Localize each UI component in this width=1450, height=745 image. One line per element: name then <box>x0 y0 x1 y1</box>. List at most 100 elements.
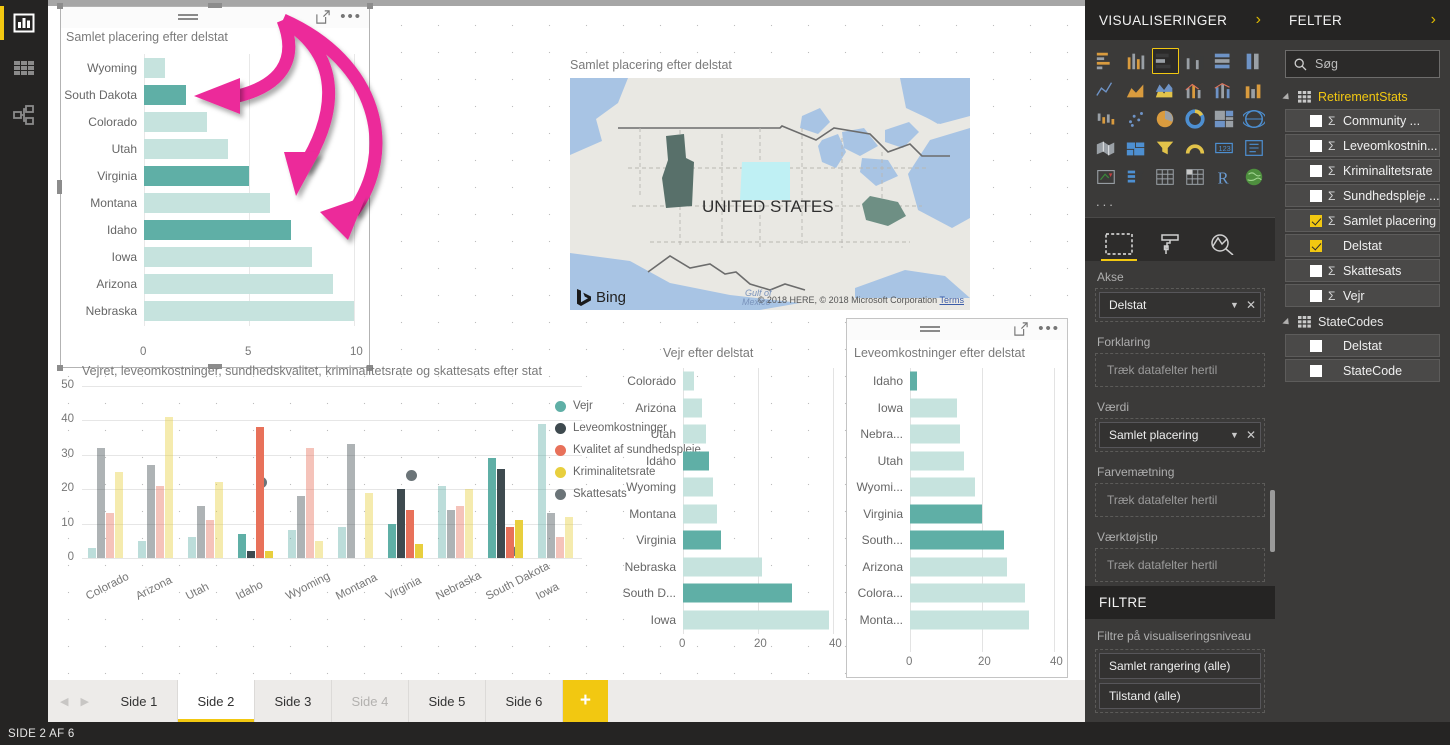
field-checkbox[interactable] <box>1310 339 1322 352</box>
field-row[interactable]: Σ Leveomkostnin... <box>1285 134 1440 157</box>
column-group[interactable] <box>438 485 473 558</box>
map-area[interactable]: UNITED STATES Gulf of Mexico Bing © 2018… <box>570 78 970 310</box>
stacked-bar-chart-icon[interactable] <box>1093 48 1120 74</box>
well-dropzone[interactable]: Træk datafelter hertil <box>1095 353 1265 387</box>
bar-fill[interactable] <box>683 371 695 391</box>
area-chart-icon[interactable] <box>1123 77 1150 103</box>
pie-chart-icon[interactable] <box>1152 106 1179 132</box>
filter-item[interactable]: Tilstand (alle) <box>1099 683 1261 709</box>
visual-weather-bar-chart[interactable]: Vejr efter delstat Colorado Arizona Utah Id… <box>603 338 863 678</box>
filter-hamburger-icon[interactable] <box>920 324 941 334</box>
bar-fill[interactable] <box>910 583 1026 603</box>
visual-level-filters-box[interactable]: Samlet rangering (alle) Tilstand (alle) <box>1095 649 1265 713</box>
bar-row[interactable]: Arizona <box>603 395 863 422</box>
column-bar[interactable] <box>556 537 564 558</box>
field-row[interactable]: Σ Sundhedspleje ... <box>1285 184 1440 207</box>
focus-mode-icon[interactable] <box>1014 322 1028 336</box>
bar-row[interactable]: Virginia <box>846 501 1068 528</box>
field-checkbox[interactable] <box>1310 364 1322 377</box>
column-bar[interactable] <box>288 530 296 558</box>
format-tab[interactable] <box>1159 227 1183 261</box>
chevron-down-icon[interactable]: ▼ <box>1230 430 1239 440</box>
column-bar[interactable] <box>206 520 214 558</box>
column-bar[interactable] <box>397 489 405 558</box>
resize-handle-e[interactable] <box>366 180 371 194</box>
bar-row[interactable]: South D... <box>603 580 863 607</box>
search-input[interactable]: Søg <box>1285 50 1440 78</box>
line-clustered-column-icon[interactable] <box>1211 77 1238 103</box>
field-row[interactable]: Delstat <box>1285 234 1440 257</box>
well-dropzone[interactable]: Delstat ▼ ✕ <box>1095 288 1265 322</box>
card-icon[interactable]: 123 <box>1211 135 1238 161</box>
column-bar[interactable] <box>415 544 423 558</box>
visual-type-gallery[interactable]: 123 R <box>1085 40 1275 192</box>
bar-fill[interactable] <box>910 477 975 497</box>
column-group[interactable] <box>88 447 123 558</box>
column-bar[interactable] <box>88 547 96 558</box>
bar-row[interactable]: Idaho <box>60 216 370 243</box>
multi-row-card-icon[interactable] <box>1241 135 1268 161</box>
column-bar[interactable] <box>215 482 223 558</box>
pct-stacked-column-icon[interactable] <box>1241 48 1268 74</box>
remove-field-icon[interactable]: ✕ <box>1246 428 1256 442</box>
bar-fill[interactable] <box>910 530 1004 550</box>
bar-fill[interactable] <box>144 57 165 78</box>
field-wells[interactable]: Akse Delstat ▼ ✕ Forklaring Træk datafelter h… <box>1085 261 1275 582</box>
bar-fill[interactable] <box>683 504 717 524</box>
column-group[interactable] <box>288 447 323 558</box>
chevron-right-icon[interactable]: › <box>1256 12 1261 28</box>
column-bar[interactable] <box>106 513 114 558</box>
column-bar[interactable] <box>388 523 396 558</box>
tab-next-arrow-icon[interactable]: ▶ <box>80 695 88 708</box>
add-page-button[interactable]: + <box>562 680 608 722</box>
column-bar[interactable] <box>147 465 155 558</box>
stacked-column-chart-icon[interactable] <box>1123 48 1150 74</box>
bar-fill[interactable] <box>144 273 333 294</box>
bar-row[interactable]: Nebraska <box>603 554 863 581</box>
fields-tab[interactable] <box>1101 227 1137 261</box>
resize-handle-nw[interactable] <box>57 3 63 9</box>
bar-fill[interactable] <box>910 504 982 524</box>
field-row[interactable]: Σ Vejr <box>1285 284 1440 307</box>
field-checkbox[interactable] <box>1310 114 1322 127</box>
bar-fill[interactable] <box>144 111 207 132</box>
bar-row[interactable]: Nebra... <box>846 421 1068 448</box>
column-bar[interactable] <box>456 506 464 558</box>
bar-row[interactable]: Colorado <box>60 108 370 135</box>
page-tabs-bar[interactable]: ◀ ▶ Side 1 Side 2 Side 3 Side 4 Side 5 Side 6… <box>48 680 1085 722</box>
arcgis-map-icon[interactable] <box>1241 164 1268 190</box>
bar-fill[interactable] <box>910 424 961 444</box>
more-options-icon[interactable]: ••• <box>340 9 362 24</box>
donut-chart-icon[interactable] <box>1182 106 1209 132</box>
bar-fill[interactable] <box>683 583 792 603</box>
panel-tab-strip[interactable] <box>1085 217 1275 261</box>
chevron-down-icon[interactable]: ▼ <box>1230 300 1239 310</box>
column-group[interactable] <box>188 482 223 558</box>
column-bar[interactable] <box>315 540 323 558</box>
matrix-icon[interactable] <box>1182 164 1209 190</box>
page-tab[interactable]: Side 4 <box>331 680 409 722</box>
line-chart-icon[interactable] <box>1093 77 1120 103</box>
bar-row[interactable]: Arizona <box>846 554 1068 581</box>
column-bar[interactable] <box>565 516 573 558</box>
bar-fill[interactable] <box>910 610 1029 630</box>
well-chip[interactable]: Samlet placering ▼ ✕ <box>1099 422 1261 448</box>
bar-row[interactable]: Virginia <box>603 527 863 554</box>
funnel-icon[interactable] <box>1152 135 1179 161</box>
field-checkbox[interactable] <box>1310 214 1322 227</box>
field-row[interactable]: StateCode <box>1285 359 1440 382</box>
field-checkbox[interactable] <box>1310 289 1322 302</box>
map-terms-link[interactable]: Terms <box>940 295 965 305</box>
bar-fill[interactable] <box>683 424 706 444</box>
visual-map[interactable]: Samlet placering efter delstat UNITED ST… <box>560 50 970 318</box>
pct-stacked-bar-icon[interactable] <box>1211 48 1238 74</box>
filled-map-icon[interactable] <box>1093 135 1120 161</box>
bar-row[interactable]: Monta... <box>846 607 1068 634</box>
remove-field-icon[interactable]: ✕ <box>1246 298 1256 312</box>
field-checkbox[interactable] <box>1310 139 1322 152</box>
filter-item[interactable]: Samlet rangering (alle) <box>1099 653 1261 679</box>
field-row[interactable]: Σ Community ... <box>1285 109 1440 132</box>
gauge-icon[interactable] <box>1182 135 1209 161</box>
bar-row[interactable]: South... <box>846 527 1068 554</box>
bar-fill[interactable] <box>144 219 291 240</box>
